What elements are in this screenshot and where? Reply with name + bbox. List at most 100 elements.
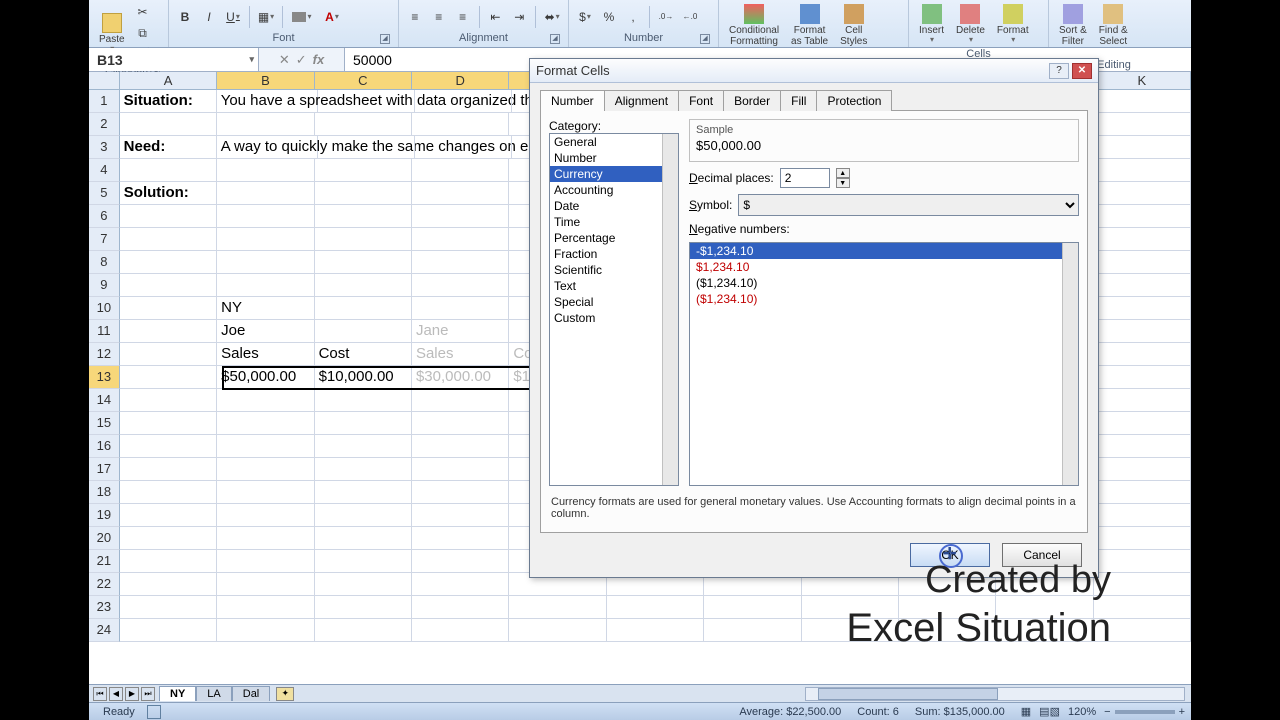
cell-C1[interactable] xyxy=(318,90,415,113)
cell-D16[interactable] xyxy=(412,435,509,458)
cell-F24[interactable] xyxy=(607,619,704,642)
row-header-6[interactable]: 6 xyxy=(89,205,120,228)
cell-D21[interactable] xyxy=(412,550,509,573)
dialog-tab-protection[interactable]: Protection xyxy=(816,90,892,111)
cell-D3[interactable] xyxy=(415,136,512,159)
row-header-15[interactable]: 15 xyxy=(89,412,120,435)
select-all-corner[interactable] xyxy=(89,72,120,90)
number-launcher[interactable]: ◢ xyxy=(700,34,710,44)
category-item-general[interactable]: General xyxy=(550,134,678,150)
cell-D7[interactable] xyxy=(412,228,509,251)
cell-D14[interactable] xyxy=(412,389,509,412)
cell-C19[interactable] xyxy=(315,504,412,527)
cell-C6[interactable] xyxy=(315,205,412,228)
category-item-scientific[interactable]: Scientific xyxy=(550,262,678,278)
align-bot-button[interactable]: ≡ xyxy=(453,7,473,27)
row-header-12[interactable]: 12 xyxy=(89,343,120,366)
cell-A18[interactable] xyxy=(120,481,217,504)
cell-A12[interactable] xyxy=(120,343,217,366)
cell-K20[interactable] xyxy=(1094,527,1191,550)
cell-A16[interactable] xyxy=(120,435,217,458)
cell-A9[interactable] xyxy=(120,274,217,297)
cell-D13[interactable]: $30,000.00 xyxy=(412,366,509,389)
cell-D12[interactable]: Sales xyxy=(412,343,509,366)
cell-K1[interactable] xyxy=(1094,90,1191,113)
row-header-23[interactable]: 23 xyxy=(89,596,120,619)
cell-C4[interactable] xyxy=(315,159,412,182)
cell-D9[interactable] xyxy=(412,274,509,297)
underline-button[interactable]: U▾ xyxy=(223,7,243,27)
cell-D15[interactable] xyxy=(412,412,509,435)
row-header-8[interactable]: 8 xyxy=(89,251,120,274)
fx-accept-icon[interactable]: ✓ xyxy=(296,52,307,68)
category-scrollbar[interactable] xyxy=(662,134,678,485)
cell-A23[interactable] xyxy=(120,596,217,619)
cell-B22[interactable] xyxy=(217,573,314,596)
category-item-date[interactable]: Date xyxy=(550,198,678,214)
cell-C24[interactable] xyxy=(315,619,412,642)
cell-B21[interactable] xyxy=(217,550,314,573)
neg-option-1[interactable]: $1,234.10 xyxy=(690,259,1078,275)
cell-C23[interactable] xyxy=(315,596,412,619)
macro-record-icon[interactable] xyxy=(147,705,161,719)
neg-option-0[interactable]: -$1,234.10 xyxy=(690,243,1078,259)
sheet-tab-la[interactable]: LA xyxy=(196,686,231,701)
cell-C12[interactable]: Cost xyxy=(315,343,412,366)
zoom-out-button[interactable]: − xyxy=(1104,706,1110,718)
indent-inc-button[interactable]: ⇥ xyxy=(509,7,529,27)
cell-B18[interactable] xyxy=(217,481,314,504)
neg-option-3[interactable]: ($1,234.10) xyxy=(690,291,1078,307)
cell-C21[interactable] xyxy=(315,550,412,573)
tab-nav-next[interactable]: ▶ xyxy=(125,687,139,701)
cell-B7[interactable] xyxy=(217,228,314,251)
cell-K12[interactable] xyxy=(1094,343,1191,366)
dialog-titlebar[interactable]: Format Cells ? ✕ xyxy=(530,59,1098,83)
category-item-currency[interactable]: Currency xyxy=(550,166,678,182)
cell-E23[interactable] xyxy=(509,596,606,619)
category-item-custom[interactable]: Custom xyxy=(550,310,678,326)
column-header-B[interactable]: B xyxy=(217,72,314,90)
cell-K10[interactable] xyxy=(1094,297,1191,320)
cell-D5[interactable] xyxy=(412,182,509,205)
italic-button[interactable]: I xyxy=(199,7,219,27)
cell-A3[interactable]: Need: xyxy=(120,136,217,159)
cell-K4[interactable] xyxy=(1094,159,1191,182)
cell-B4[interactable] xyxy=(217,159,314,182)
category-item-number[interactable]: Number xyxy=(550,150,678,166)
row-header-17[interactable]: 17 xyxy=(89,458,120,481)
cell-D23[interactable] xyxy=(412,596,509,619)
row-header-2[interactable]: 2 xyxy=(89,113,120,136)
cell-A2[interactable] xyxy=(120,113,217,136)
category-item-time[interactable]: Time xyxy=(550,214,678,230)
cell-B8[interactable] xyxy=(217,251,314,274)
font-launcher[interactable]: ◢ xyxy=(380,34,390,44)
cell-K8[interactable] xyxy=(1094,251,1191,274)
cell-D10[interactable] xyxy=(412,297,509,320)
cell-F23[interactable] xyxy=(607,596,704,619)
cell-K7[interactable] xyxy=(1094,228,1191,251)
negative-scrollbar[interactable] xyxy=(1062,243,1078,485)
cell-D19[interactable] xyxy=(412,504,509,527)
category-item-text[interactable]: Text xyxy=(550,278,678,294)
font-color-button[interactable]: A▾ xyxy=(319,7,345,27)
cell-D18[interactable] xyxy=(412,481,509,504)
new-sheet-button[interactable]: ✦ xyxy=(276,687,294,701)
cell-B24[interactable] xyxy=(217,619,314,642)
decimal-places-input[interactable] xyxy=(780,168,830,188)
cell-A5[interactable]: Solution: xyxy=(120,182,217,205)
horizontal-scrollbar[interactable] xyxy=(805,687,1185,701)
dec-decimal-button[interactable]: ←.0 xyxy=(680,7,700,27)
cell-A7[interactable] xyxy=(120,228,217,251)
row-header-18[interactable]: 18 xyxy=(89,481,120,504)
row-header-1[interactable]: 1 xyxy=(89,90,120,113)
cell-A22[interactable] xyxy=(120,573,217,596)
row-header-19[interactable]: 19 xyxy=(89,504,120,527)
dialog-close-button[interactable]: ✕ xyxy=(1072,63,1092,79)
decimal-spinner[interactable]: ▲▼ xyxy=(836,168,850,188)
cell-B20[interactable] xyxy=(217,527,314,550)
cell-G23[interactable] xyxy=(704,596,801,619)
inc-decimal-button[interactable]: .0→ xyxy=(656,7,676,27)
cell-C15[interactable] xyxy=(315,412,412,435)
indent-dec-button[interactable]: ⇤ xyxy=(486,7,506,27)
category-listbox[interactable]: GeneralNumberCurrencyAccountingDateTimeP… xyxy=(549,133,679,486)
